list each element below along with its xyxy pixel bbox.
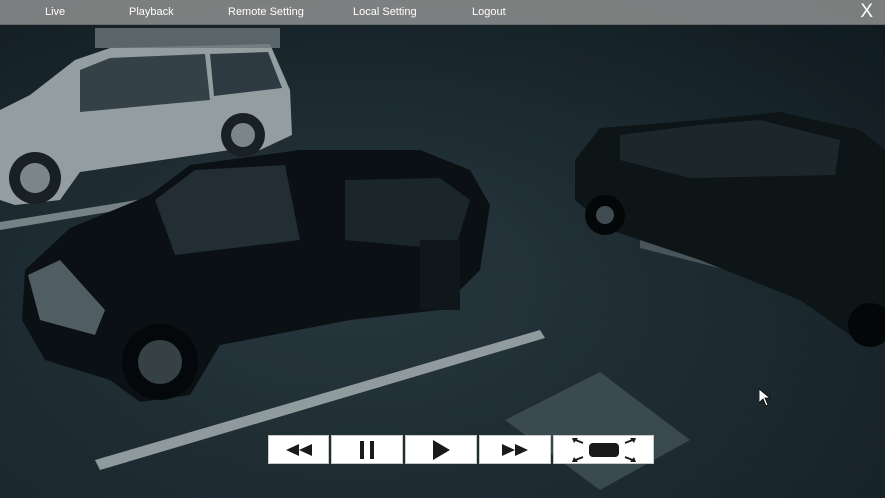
nav-logout[interactable]: Logout [472, 0, 506, 24]
camera-video-feed[interactable] [0, 0, 885, 498]
play-icon [433, 439, 450, 460]
fast-forward-icon [502, 443, 528, 456]
fullscreen-button[interactable] [553, 435, 654, 464]
pause-button[interactable] [331, 435, 403, 464]
nav-playback[interactable]: Playback [129, 0, 174, 24]
nav-live[interactable]: Live [45, 0, 65, 24]
play-button[interactable] [405, 435, 477, 464]
fast-forward-button[interactable] [479, 435, 551, 464]
top-nav-bar: Live Playback Remote Setting Local Setti… [0, 0, 885, 25]
rewind-icon [285, 443, 312, 456]
nav-local-setting[interactable]: Local Setting [353, 0, 417, 24]
close-button[interactable]: X [860, 0, 873, 24]
nav-remote-setting[interactable]: Remote Setting [228, 0, 304, 24]
rewind-button[interactable] [268, 435, 329, 464]
playback-controls [268, 435, 654, 464]
fullscreen-icon [571, 437, 636, 462]
mouse-cursor-icon [759, 389, 771, 407]
pause-icon [360, 440, 374, 459]
dvr-viewer: Live Playback Remote Setting Local Setti… [0, 0, 885, 498]
